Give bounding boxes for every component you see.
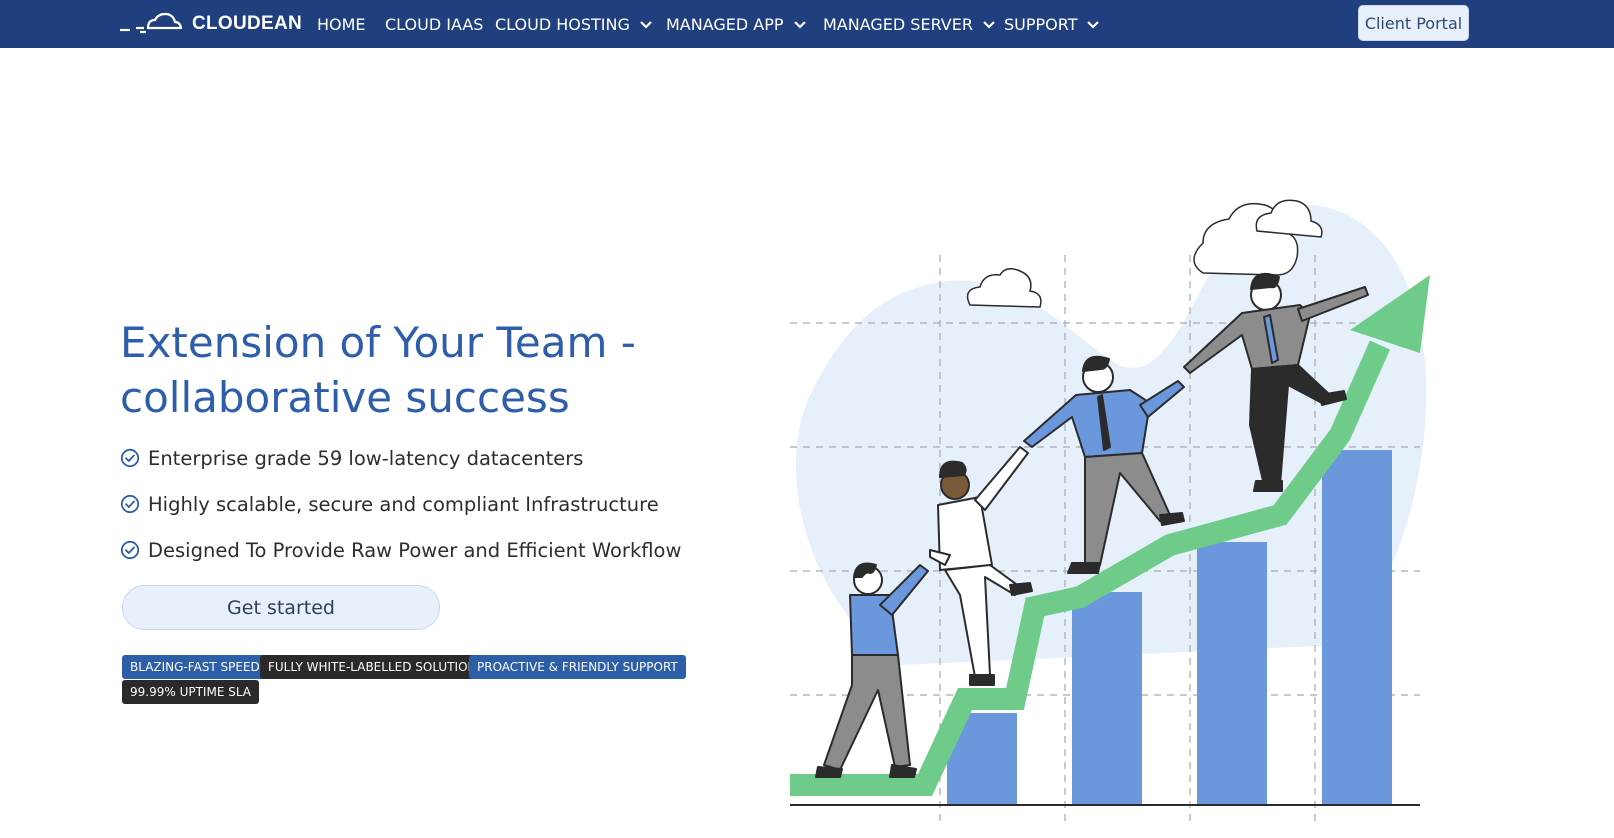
team-climbing-growth-chart-illustration <box>780 185 1480 830</box>
badge-speed: BLAZING-FAST SPEED <box>122 655 268 679</box>
badge-white-labelled: FULLY WHITE-LABELLED SOLUTION <box>260 655 485 679</box>
brand-name: CLOUDEAN <box>192 13 303 34</box>
nav-cloud-iaas-label: CLOUD IAAS <box>385 14 484 34</box>
nav-managed-app-label: MANAGED APP <box>666 14 784 34</box>
nav-managed-server[interactable]: MANAGED SERVER <box>823 0 997 48</box>
feature-text: Enterprise grade 59 low-latency datacent… <box>148 446 584 470</box>
check-circle-icon <box>120 540 140 560</box>
feature-item: Designed To Provide Raw Power and Effici… <box>120 536 681 564</box>
feature-text: Designed To Provide Raw Power and Effici… <box>148 538 682 562</box>
check-circle-icon <box>120 448 140 468</box>
cloud-logo-icon <box>118 6 183 42</box>
chevron-down-icon <box>981 16 997 32</box>
brand-logo-link[interactable]: CLOUDEAN <box>118 8 302 40</box>
hero-title-line-2: collaborative success <box>120 373 570 422</box>
nav-cloud-iaas[interactable]: CLOUD IAAS <box>385 0 483 48</box>
nav-managed-app[interactable]: MANAGED APP <box>666 0 808 48</box>
nav-cloud-hosting[interactable]: CLOUD HOSTING <box>495 0 654 48</box>
nav-home[interactable]: HOME <box>317 0 366 48</box>
nav-home-label: HOME <box>317 14 366 34</box>
nav-cloud-hosting-label: CLOUD HOSTING <box>495 14 630 34</box>
badge-uptime: 99.99% UPTIME SLA <box>122 680 259 704</box>
chevron-down-icon <box>1085 16 1101 32</box>
chevron-down-icon <box>638 16 654 32</box>
get-started-button[interactable]: Get started <box>122 585 440 630</box>
nav-managed-server-label: MANAGED SERVER <box>823 14 973 34</box>
hero-title: Extension of Your Team - collaborative s… <box>120 315 700 425</box>
check-circle-icon <box>120 494 140 514</box>
nav-support-label: SUPPORT <box>1004 14 1078 34</box>
feature-item: Enterprise grade 59 low-latency datacent… <box>120 444 583 472</box>
feature-item: Highly scalable, secure and compliant In… <box>120 490 659 518</box>
badge-support: PROACTIVE & FRIENDLY SUPPORT <box>469 655 686 679</box>
client-portal-button[interactable]: Client Portal <box>1358 5 1469 41</box>
nav-support[interactable]: SUPPORT <box>1004 0 1101 48</box>
feature-text: Highly scalable, secure and compliant In… <box>148 492 659 516</box>
chevron-down-icon <box>792 16 808 32</box>
top-navbar: CLOUDEAN HOME CLOUD IAAS CLOUD HOSTING M… <box>0 0 1614 48</box>
hero-title-line-1: Extension of Your Team - <box>120 318 636 367</box>
